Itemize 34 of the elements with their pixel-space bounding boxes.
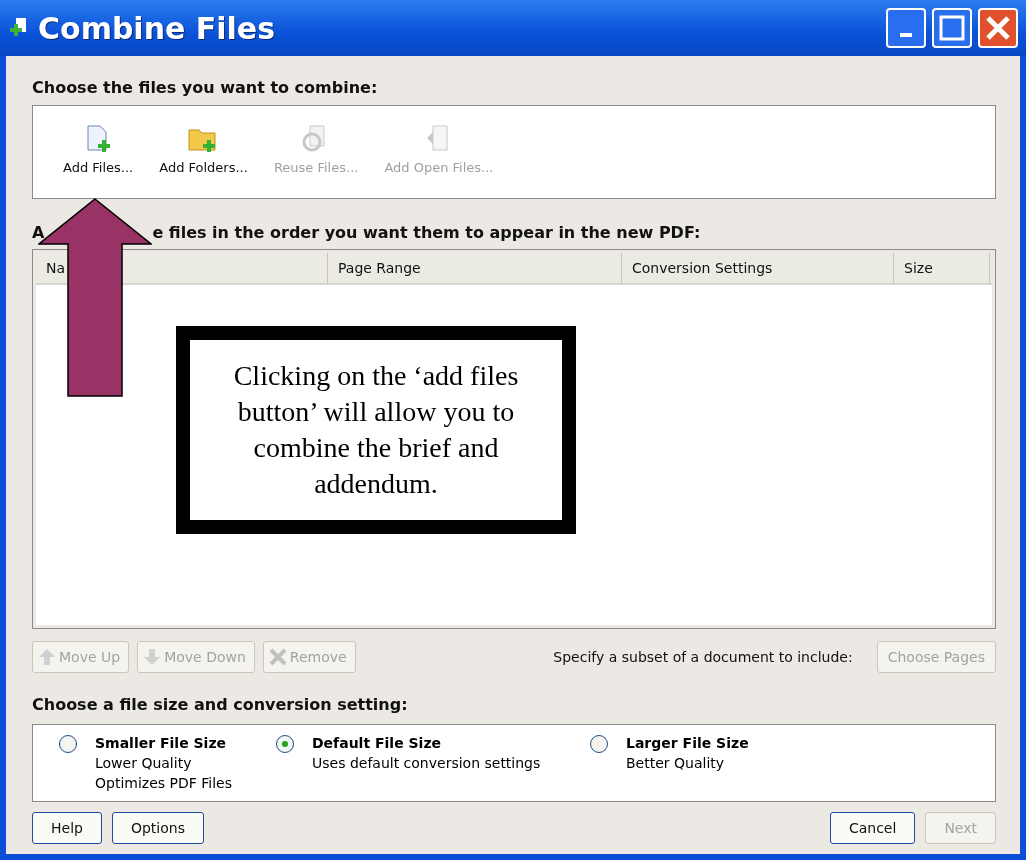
radio-button[interactable] [59, 735, 77, 753]
option-description: Lower Quality [95, 754, 193, 773]
maximize-icon [939, 15, 965, 41]
add-action-button[interactable]: Add Folders... [155, 124, 252, 188]
option-title: Default File Size [312, 734, 443, 753]
window-title: Combine Files [38, 10, 277, 46]
cross-icon [267, 647, 288, 667]
add-action-button[interactable]: Add Files... [59, 124, 138, 188]
footer-button[interactable]: Cancel [829, 812, 916, 844]
down-arrow-icon [142, 647, 163, 667]
minimize-icon [900, 33, 912, 37]
section-heading: Choose the files you want to combine: [32, 78, 379, 97]
minimize-button[interactable] [886, 8, 926, 48]
column-header[interactable]: Size [894, 253, 990, 283]
up-arrow-icon [37, 647, 57, 667]
section-heading: e files in the order you want them to appear in the new PDF: [152, 223, 701, 243]
option-description: Uses default conversion settings [312, 754, 541, 773]
column-header[interactable]: Page Range [328, 253, 622, 283]
footer-button[interactable]: Options [111, 812, 204, 844]
option-description: Better Quality [626, 754, 726, 773]
section-heading: Choose a file size and conversion setting: [32, 695, 409, 714]
maximize-button[interactable] [932, 8, 972, 48]
callout-note: Clicking on the ‘add files button’ will allow you to combine the brief and addendum. [176, 326, 576, 534]
close-icon [985, 15, 1011, 41]
column-header[interactable]: Conversion Settings [622, 253, 894, 283]
footer-button[interactable]: Help [32, 812, 102, 844]
subset-label: Specify a subset of a document to include: [553, 649, 853, 665]
option-title: Smaller File Size [95, 734, 228, 753]
radio-button[interactable] [590, 735, 608, 753]
option-title: Larger File Size [626, 734, 749, 753]
close-button[interactable] [978, 8, 1018, 48]
section-heading: A [32, 223, 45, 243]
option-description: Optimizes PDF Files [95, 774, 232, 793]
radio-button[interactable] [276, 735, 294, 753]
